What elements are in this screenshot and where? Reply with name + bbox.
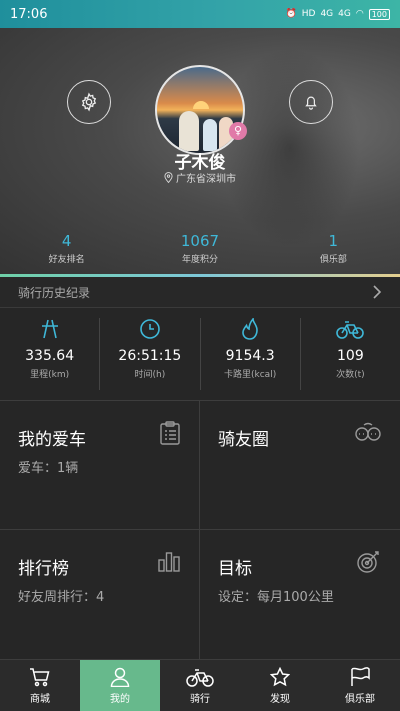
notifications-button[interactable] <box>289 80 333 124</box>
stat-clubs[interactable]: 1 俱乐部 <box>267 232 400 265</box>
stat-value: 1067 <box>180 232 220 250</box>
nav-shop[interactable]: 商城 <box>0 660 80 711</box>
metric-label: 时间(h) <box>134 370 166 380</box>
hd-indicator: HD <box>301 9 316 19</box>
stat-label: 好友排名 <box>48 255 85 265</box>
bicycle-icon <box>336 321 365 339</box>
card-title: 排行榜 <box>18 559 69 579</box>
card-title: 我的爱车 <box>18 430 86 450</box>
goal-card[interactable]: 目标 设定：每月100公里 <box>200 530 400 659</box>
card-subtitle: 爱车：1辆 <box>18 461 79 476</box>
stat-annual-points[interactable]: 1067 年度积分 <box>133 232 266 265</box>
location: 广东省深圳市 <box>0 170 400 185</box>
signal-4g-2: 4G <box>338 9 351 19</box>
cart-icon <box>30 667 50 686</box>
signal-4g-1: 4G <box>320 9 334 19</box>
bottom-navigation: 商城 我的 骑行 发现 俱乐部 <box>0 659 400 711</box>
card-subtitle: 设定：每月100公里 <box>218 590 334 605</box>
metric-value: 335.64 <box>25 348 75 364</box>
metric-calories: 9154.3 卡路里(kcal) <box>201 318 301 390</box>
target-icon <box>357 551 379 573</box>
metric-rides: 109 次数(t) <box>301 318 400 390</box>
nav-label: 我的 <box>110 693 130 705</box>
bicycle-icon <box>186 668 214 687</box>
settings-button[interactable] <box>67 80 111 124</box>
stat-label: 年度积分 <box>181 255 218 265</box>
nav-discover[interactable]: 发现 <box>240 660 320 711</box>
status-time: 17:06 <box>10 6 48 22</box>
nav-ride[interactable]: 骑行 <box>160 660 240 711</box>
flag-icon <box>351 666 370 686</box>
profile-stats: 4 好友排名 1067 年度积分 1 俱乐部 <box>0 232 400 265</box>
my-bike-card[interactable]: 我的爱车 爱车：1辆 <box>0 401 200 530</box>
female-icon: ♀ <box>229 122 247 140</box>
metric-value: 109 <box>337 348 364 364</box>
nav-label: 骑行 <box>190 693 210 705</box>
star-icon <box>270 666 290 686</box>
chevron-right-icon <box>373 285 382 299</box>
wifi-icon: ◠ <box>355 9 364 19</box>
bar-chart-icon <box>158 552 180 572</box>
metric-label: 卡路里(kcal) <box>224 370 277 380</box>
card-subtitle: 好友周排行：4 <box>18 590 105 605</box>
location-pin-icon <box>164 172 173 183</box>
user-icon <box>110 667 130 687</box>
profile-header: ♀ 子木俊 广东省深圳市 4 好友排名 1067 年度积分 1 俱乐部 <box>0 28 400 274</box>
riding-history-label: 骑行历史纪录 <box>18 285 91 300</box>
avatar[interactable] <box>155 65 245 155</box>
riding-metrics: 335.64 里程(km) 26:51:15 时间(h) 9154.3 卡路里(… <box>0 318 400 390</box>
nav-mine[interactable]: 我的 <box>80 660 160 711</box>
status-icons: ⏰ HD 4G 4G ◠ 100 <box>285 8 390 20</box>
riders-circle-card[interactable]: 骑友圈 <box>200 401 400 530</box>
chat-bubbles-icon <box>355 422 381 441</box>
nav-label: 俱乐部 <box>345 693 375 705</box>
nav-label: 商城 <box>30 693 50 705</box>
gear-icon <box>81 92 97 112</box>
metric-label: 里程(km) <box>30 370 70 380</box>
road-icon <box>41 319 58 339</box>
location-text: 广东省深圳市 <box>176 174 236 185</box>
clock-icon <box>140 319 160 339</box>
status-bar: 17:06 ⏰ HD 4G 4G ◠ 100 <box>0 0 400 28</box>
battery-indicator: 100 <box>368 8 390 20</box>
clipboard-list-icon <box>160 421 180 445</box>
bell-icon <box>305 96 317 110</box>
nav-label: 发现 <box>270 693 290 705</box>
leaderboard-card[interactable]: 排行榜 好友周排行：4 <box>0 530 200 659</box>
nav-club[interactable]: 俱乐部 <box>320 660 400 711</box>
stat-label: 俱乐部 <box>319 255 347 265</box>
flame-icon <box>242 318 258 340</box>
metric-value: 26:51:15 <box>118 348 182 364</box>
metric-time: 26:51:15 时间(h) <box>100 318 201 390</box>
card-title: 目标 <box>218 559 252 579</box>
stat-value: 4 <box>61 232 72 250</box>
riding-history-row[interactable]: 骑行历史纪录 <box>0 277 400 308</box>
card-title: 骑友圈 <box>218 430 269 450</box>
stat-value: 1 <box>328 232 339 250</box>
metric-value: 9154.3 <box>225 348 275 364</box>
metric-label: 次数(t) <box>336 370 365 380</box>
alarm-icon: ⏰ <box>285 9 297 19</box>
metric-distance: 335.64 里程(km) <box>0 318 101 390</box>
stat-friend-rank[interactable]: 4 好友排名 <box>0 232 133 265</box>
